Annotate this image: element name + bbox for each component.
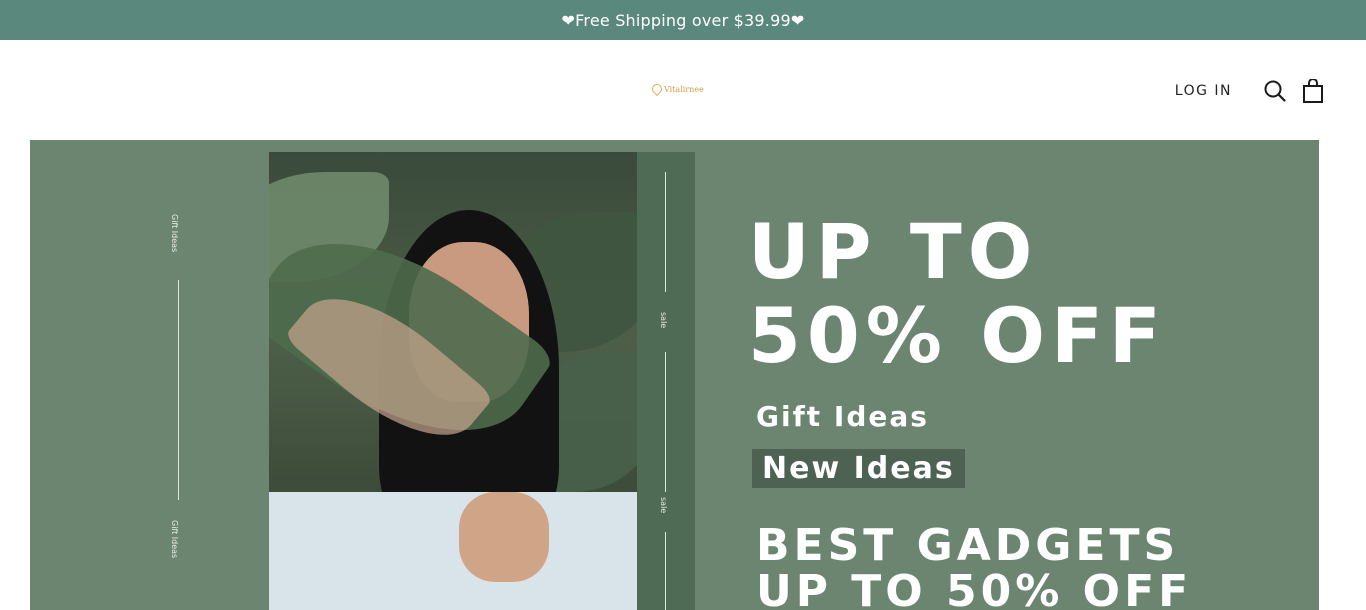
best-gadgets-line-2: UP TO 50% OFF: [756, 566, 1193, 610]
login-link[interactable]: LOG IN: [1175, 83, 1232, 99]
logo-text: Vitalirnee: [664, 84, 704, 94]
sale-strip: sale sale: [637, 152, 695, 610]
announcement-bar: ❤Free Shipping over $39.99❤: [0, 0, 1366, 40]
strip-label-top: sale: [659, 312, 668, 329]
headline-line-1: UP TO: [748, 207, 1039, 296]
hero-side-column: Gift Ideas Gift Ideas: [170, 210, 190, 570]
new-ideas-badge: New Ideas: [752, 449, 965, 488]
site-header: Vitalirnee LOG IN: [0, 40, 1366, 140]
side-divider: [178, 280, 179, 500]
strip-label-bottom: sale: [659, 497, 668, 514]
promo-text: UP TO 50% OFF Gift Ideas New Ideas BEST …: [748, 210, 1192, 610]
search-icon[interactable]: [1262, 78, 1288, 104]
hero-photo: [269, 152, 637, 610]
best-gadgets-line-1: BEST GADGETS: [756, 520, 1180, 571]
headline-line-2: 50% OFF: [748, 291, 1167, 380]
hero-banner[interactable]: Gift Ideas Gift Ideas sale sale UP TO 50…: [30, 140, 1319, 610]
side-label-top: Gift Ideas: [170, 214, 179, 253]
gift-ideas-label: Gift Ideas: [756, 400, 929, 433]
logo-mark-icon: [649, 81, 665, 97]
shopping-bag-icon[interactable]: [1300, 78, 1326, 104]
side-label-bottom: Gift Ideas: [170, 520, 179, 559]
logo-link[interactable]: Vitalirnee: [649, 81, 704, 97]
header-actions: LOG IN: [1175, 78, 1326, 104]
announcement-text: ❤Free Shipping over $39.99❤: [561, 10, 805, 30]
